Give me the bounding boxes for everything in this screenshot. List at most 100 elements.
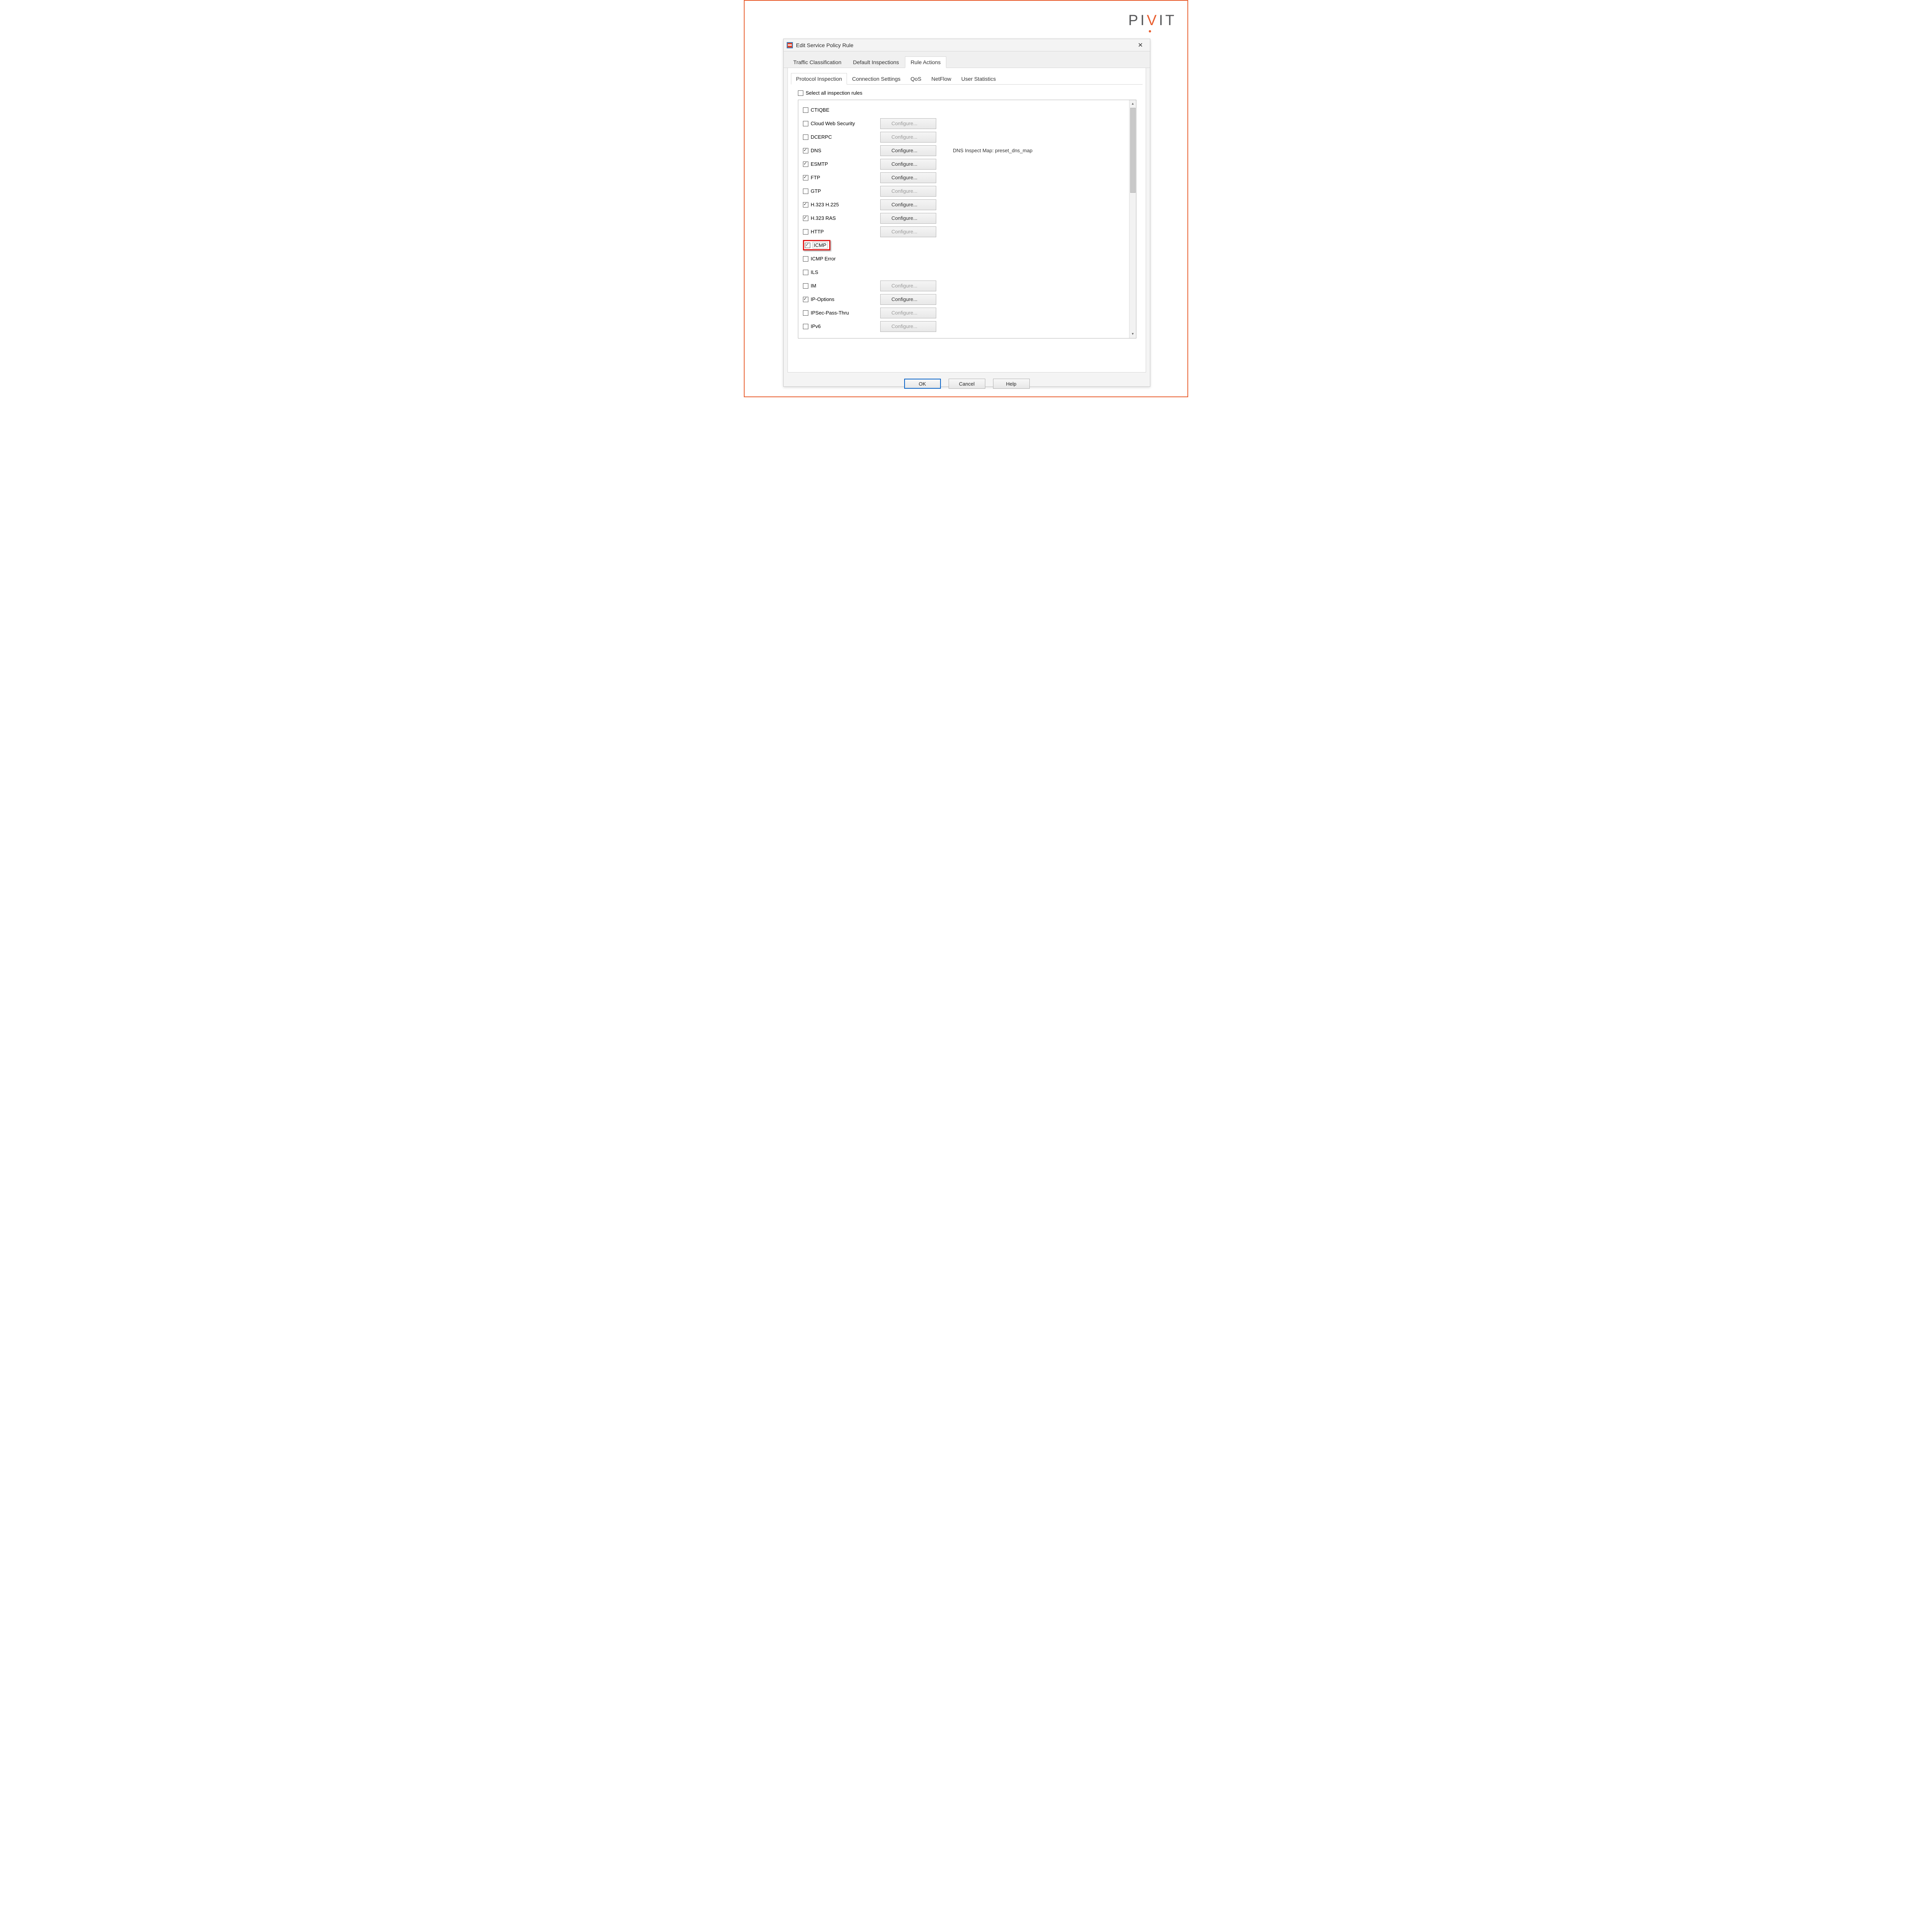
rule-row-cloud-web-security: Cloud Web Security Configure... bbox=[803, 117, 1136, 130]
rule-row-ils: ILS bbox=[803, 265, 1136, 279]
inner-panel: Protocol InspectionConnection SettingsQo… bbox=[787, 68, 1146, 372]
inner-tab-qos[interactable]: QoS bbox=[905, 73, 926, 85]
outer-tab-traffic-classification[interactable]: Traffic Classification bbox=[787, 56, 847, 68]
rule-button-cell: Configure... bbox=[880, 159, 942, 170]
rule-label: Cloud Web Security bbox=[811, 121, 855, 126]
select-all-checkbox[interactable] bbox=[798, 90, 803, 96]
rule-checkbox-ipsec-pass-thru[interactable] bbox=[803, 310, 808, 316]
rule-checkbox-ctiqbe[interactable] bbox=[803, 107, 808, 113]
rule-button-cell: Configure... bbox=[880, 132, 942, 143]
select-all-row: Select all inspection rules bbox=[798, 90, 1140, 96]
configure-button-ip-options[interactable]: Configure... bbox=[880, 294, 936, 305]
rule-label: CTIQBE bbox=[811, 107, 829, 113]
close-icon[interactable]: ✕ bbox=[1134, 41, 1147, 50]
inner-tab-netflow[interactable]: NetFlow bbox=[926, 73, 956, 85]
rules-scroll-panel: CTIQBECloud Web SecurityConfigure...DCER… bbox=[798, 100, 1136, 338]
outer-tab-rule-actions[interactable]: Rule Actions bbox=[905, 56, 947, 68]
rule-checkbox-ils[interactable] bbox=[803, 270, 808, 275]
rule-label: IPv6 bbox=[811, 323, 821, 329]
rule-label: IM bbox=[811, 283, 816, 289]
rule-label-cell: HTTP bbox=[803, 229, 880, 235]
rule-checkbox-ip-options[interactable] bbox=[803, 297, 808, 302]
dialog-button-bar: OK Cancel Help bbox=[784, 372, 1150, 395]
configure-button-ipv6: Configure... bbox=[880, 321, 936, 332]
rule-button-cell: Configure... bbox=[880, 308, 942, 318]
rule-checkbox-cloud-web-security[interactable] bbox=[803, 121, 808, 126]
rule-checkbox-http[interactable] bbox=[803, 229, 808, 235]
rule-checkbox-dcerpc[interactable] bbox=[803, 134, 808, 140]
rule-button-cell: Configure... bbox=[880, 321, 942, 332]
dialog-title: Edit Service Policy Rule bbox=[796, 42, 854, 48]
brand-logo: PIVIT bbox=[1128, 12, 1177, 29]
rule-checkbox-h-323-h-225[interactable] bbox=[803, 202, 808, 207]
rule-checkbox-ipv6[interactable] bbox=[803, 324, 808, 329]
rule-row-ftp: FTP Configure... bbox=[803, 171, 1136, 184]
rule-checkbox-icmp-error[interactable] bbox=[803, 256, 808, 262]
rule-checkbox-im[interactable] bbox=[803, 283, 808, 289]
configure-button-gtp: Configure... bbox=[880, 186, 936, 197]
rule-label: HTTP bbox=[811, 229, 824, 235]
configure-button-cloud-web-security: Configure... bbox=[880, 118, 936, 129]
rule-label: DCERPC bbox=[811, 134, 832, 140]
help-button[interactable]: Help bbox=[993, 379, 1030, 389]
titlebar: Edit Service Policy Rule ✕ bbox=[784, 39, 1150, 51]
outer-tab-row: Traffic ClassificationDefault Inspection… bbox=[784, 51, 1150, 68]
rule-label: FTP bbox=[811, 175, 820, 180]
cancel-button[interactable]: Cancel bbox=[949, 379, 985, 389]
rule-label-cell: H.323 H.225 bbox=[803, 202, 880, 207]
configure-button-ftp[interactable]: Configure... bbox=[880, 172, 936, 183]
configure-button-esmtp[interactable]: Configure... bbox=[880, 159, 936, 170]
ok-button[interactable]: OK bbox=[904, 379, 941, 389]
rule-checkbox-icmp[interactable] bbox=[805, 243, 810, 248]
page-frame: PIVIT Edit Service Policy Rule ✕ Traffic… bbox=[744, 0, 1188, 397]
rule-row-ipsec-pass-thru: IPSec-Pass-ThruConfigure... bbox=[803, 306, 1136, 320]
rule-row-ipv6: IPv6 Configure... bbox=[803, 320, 1136, 333]
rule-button-cell: Configure... bbox=[880, 199, 942, 210]
select-all-label: Select all inspection rules bbox=[806, 90, 862, 96]
rule-label-cell: ICMP bbox=[803, 240, 880, 250]
configure-button-dns[interactable]: Configure... bbox=[880, 145, 936, 156]
rule-checkbox-ftp[interactable] bbox=[803, 175, 808, 180]
rule-checkbox-esmtp[interactable] bbox=[803, 162, 808, 167]
configure-button-h-323-h-225[interactable]: Configure... bbox=[880, 199, 936, 210]
rule-label: IP-Options bbox=[811, 296, 834, 302]
rule-label-cell: IPSec-Pass-Thru bbox=[803, 310, 880, 316]
scroll-down-arrow-icon[interactable]: ▾ bbox=[1129, 330, 1136, 338]
outer-tab-default-inspections[interactable]: Default Inspections bbox=[847, 56, 905, 68]
rule-label-cell: FTP bbox=[803, 175, 880, 180]
rule-row-im: IMConfigure... bbox=[803, 279, 1136, 293]
rule-checkbox-h-323-ras[interactable] bbox=[803, 216, 808, 221]
rule-row-dns: DNSConfigure...DNS Inspect Map: preset_d… bbox=[803, 144, 1136, 157]
vertical-scrollbar[interactable]: ▴ ▾ bbox=[1129, 100, 1136, 338]
rule-label: H.323 RAS bbox=[811, 215, 836, 221]
rule-label: ESMTP bbox=[811, 161, 828, 167]
rule-row-dcerpc: DCERPC Configure... bbox=[803, 130, 1136, 144]
rule-label: GTP bbox=[811, 188, 821, 194]
rule-label: ICMP Error bbox=[811, 256, 836, 262]
rule-label-cell: DNS bbox=[803, 148, 880, 153]
inner-content: Select all inspection rules CTIQBE Cloud … bbox=[791, 85, 1143, 338]
configure-button-ipsec-pass-thru: Configure... bbox=[880, 308, 936, 318]
rule-row-gtp: GTP Configure... bbox=[803, 184, 1136, 198]
rule-checkbox-dns[interactable] bbox=[803, 148, 808, 153]
rule-checkbox-gtp[interactable] bbox=[803, 189, 808, 194]
inner-tab-connection-settings[interactable]: Connection Settings bbox=[847, 73, 905, 85]
configure-button-dcerpc: Configure... bbox=[880, 132, 936, 143]
rule-button-cell: Configure... bbox=[880, 213, 942, 224]
scroll-thumb[interactable] bbox=[1130, 108, 1136, 193]
rule-button-cell: Configure... bbox=[880, 226, 942, 237]
rules-list: CTIQBECloud Web SecurityConfigure...DCER… bbox=[798, 100, 1136, 333]
rule-row-http: HTTP Configure... bbox=[803, 225, 1136, 238]
inner-tab-user-statistics[interactable]: User Statistics bbox=[956, 73, 1001, 85]
rule-row-esmtp: ESMTP Configure... bbox=[803, 157, 1136, 171]
inner-tab-protocol-inspection[interactable]: Protocol Inspection bbox=[791, 73, 847, 85]
rule-row-icmp-error: ICMP Error bbox=[803, 252, 1136, 265]
configure-button-h-323-ras[interactable]: Configure... bbox=[880, 213, 936, 224]
rule-button-cell: Configure... bbox=[880, 172, 942, 183]
app-icon bbox=[787, 42, 793, 48]
rule-label: DNS bbox=[811, 148, 821, 153]
rule-label-cell: IP-Options bbox=[803, 296, 880, 302]
scroll-up-arrow-icon[interactable]: ▴ bbox=[1129, 100, 1136, 108]
rule-row-ctiqbe: CTIQBE bbox=[803, 103, 1136, 117]
dialog-window: Edit Service Policy Rule ✕ Traffic Class… bbox=[783, 39, 1150, 387]
